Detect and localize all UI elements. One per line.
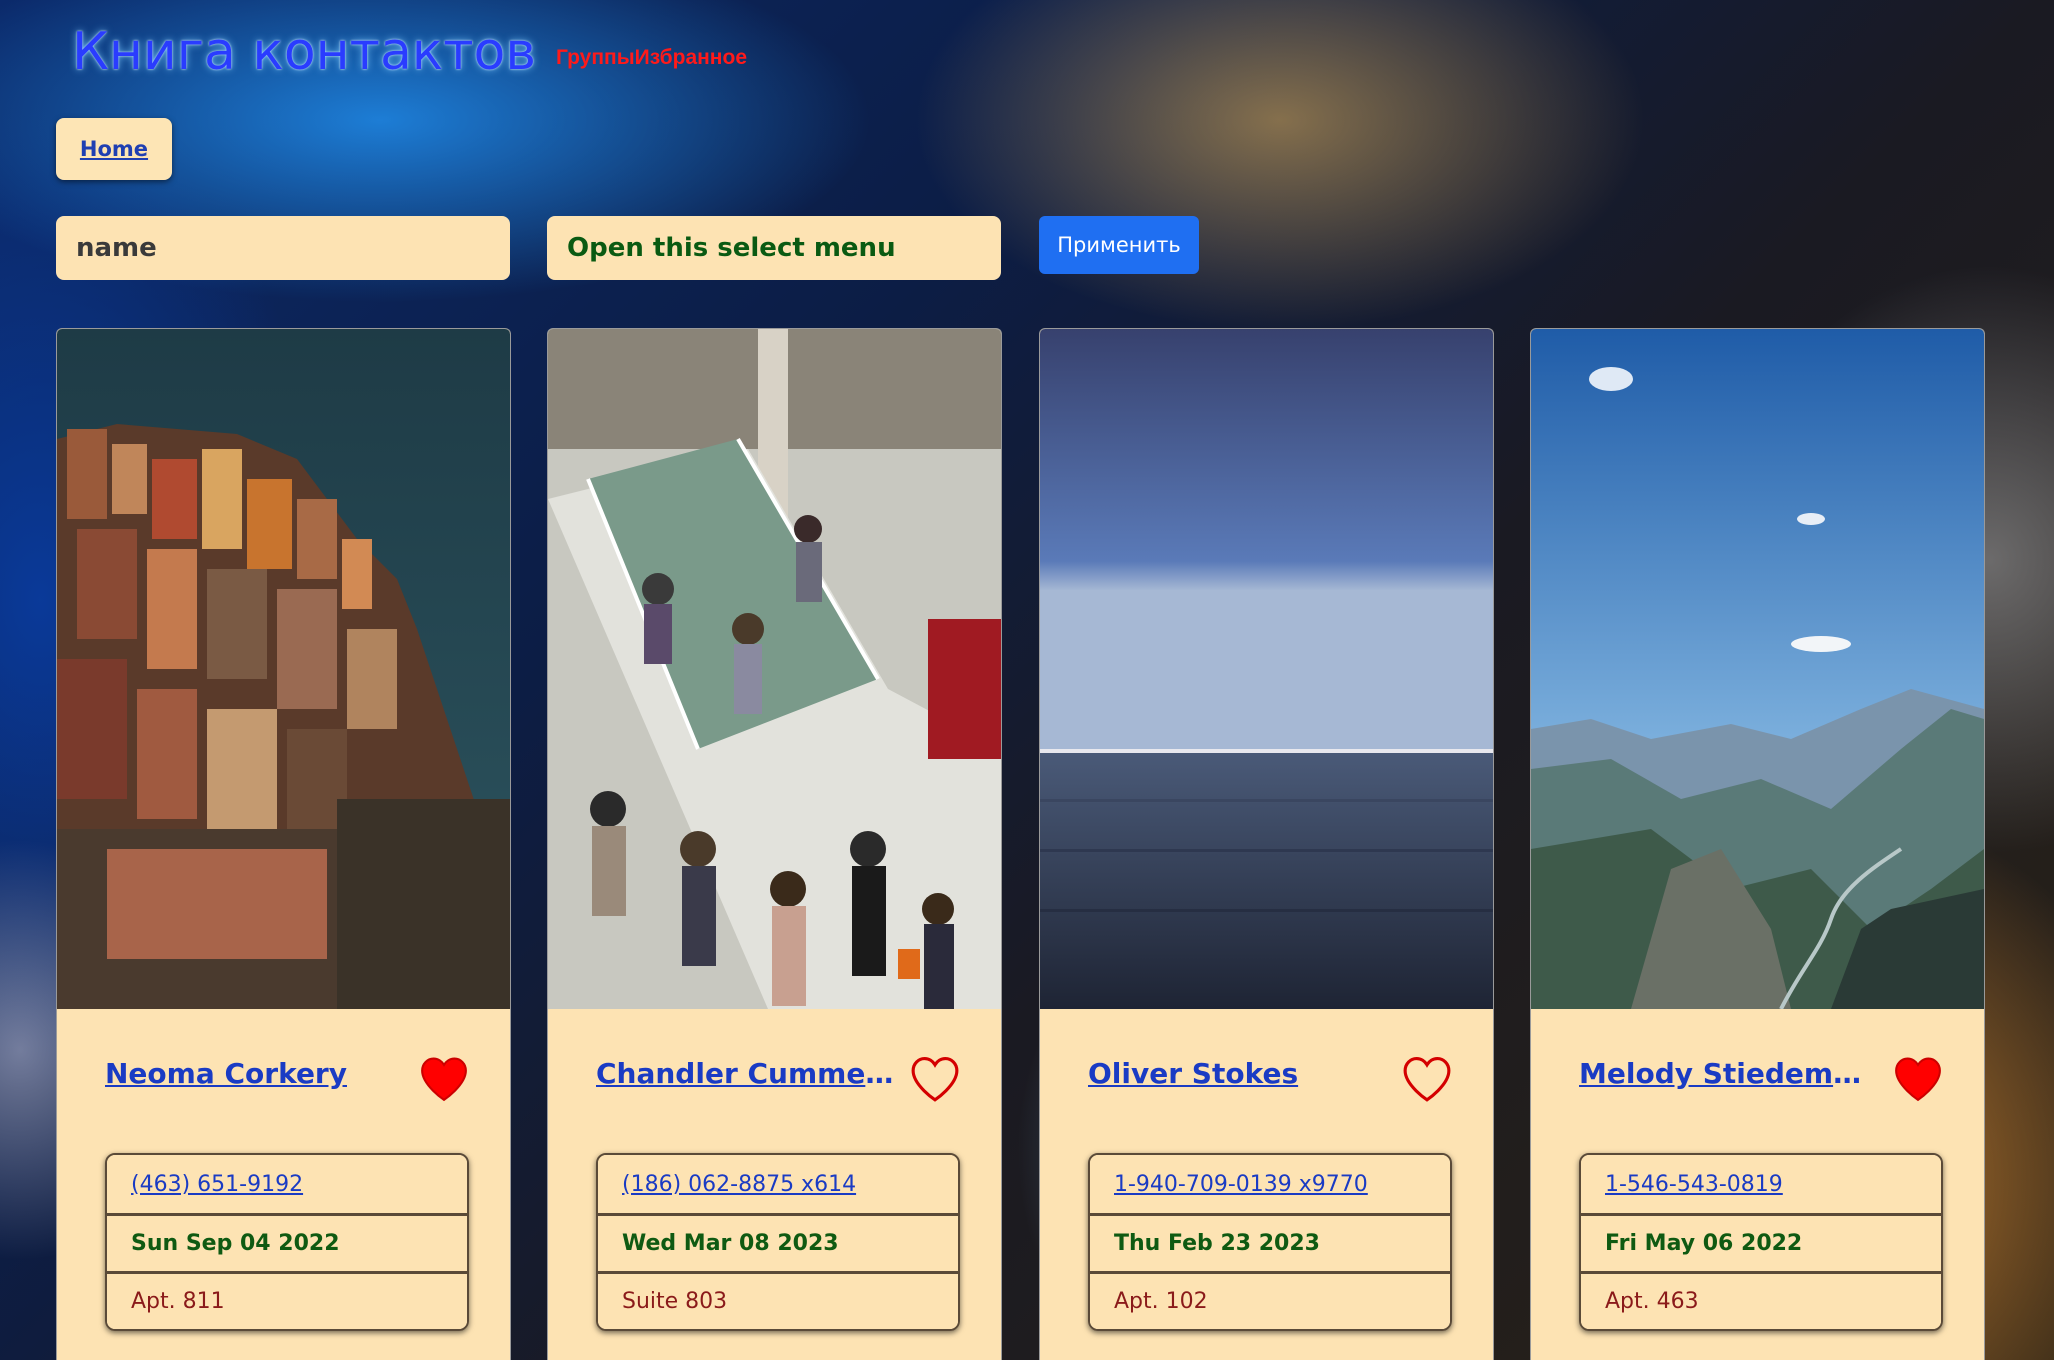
contact-info-list: (186) 062-8875 x614 Wed Mar 08 2023 Suit… [596,1153,960,1331]
phone-link[interactable]: (186) 062-8875 x614 [598,1155,958,1213]
contact-card: Chandler Cummer... (186) 062-8875 x614 W… [547,328,1002,1360]
contact-name-link[interactable]: Oliver Stokes [1088,1057,1388,1090]
phone-link[interactable]: 1-940-709-0139 x9770 [1090,1155,1450,1213]
contact-name-link[interactable]: Chandler Cummer... [596,1057,896,1090]
address-text: Apt. 463 [1581,1271,1941,1329]
address-text: Apt. 102 [1090,1271,1450,1329]
contact-card: Oliver Stokes 1-940-709-0139 x9770 Thu F… [1039,328,1494,1360]
nav-link-groups[interactable]: Группы [556,46,635,70]
birthday-date: Thu Feb 23 2023 [1090,1213,1450,1271]
apply-button[interactable]: Применить [1039,216,1199,274]
page-title: Книга контактов [72,22,536,82]
birthday-date: Fri May 06 2022 [1581,1213,1941,1271]
contact-card: Neoma Corkery (463) 651-9192 Sun Sep 04 … [56,328,511,1360]
top-nav: Группы Избранное [556,46,747,70]
home-button[interactable]: Home [56,118,172,180]
phone-link[interactable]: 1-546-543-0819 [1581,1155,1941,1213]
contact-info-list: 1-546-543-0819 Fri May 06 2022 Apt. 463 [1579,1153,1943,1331]
birthday-date: Sun Sep 04 2022 [107,1213,467,1271]
heart-filled-icon[interactable] [419,1055,469,1103]
contact-name-link[interactable]: Melody Stiedemann [1579,1057,1879,1090]
heart-outline-icon[interactable] [910,1055,960,1103]
birthday-date: Wed Mar 08 2023 [598,1213,958,1271]
heart-outline-icon[interactable] [1402,1055,1452,1103]
sea-horizon-photo [1040,329,1493,1009]
address-text: Apt. 811 [107,1271,467,1329]
search-input[interactable]: name [56,216,510,280]
phone-link[interactable]: (463) 651-9192 [107,1155,467,1213]
group-select[interactable]: Open this select menu [547,216,1001,280]
contact-card: Melody Stiedemann 1-546-543-0819 Fri May… [1530,328,1985,1360]
contact-name-link[interactable]: Neoma Corkery [105,1057,405,1090]
address-text: Suite 803 [598,1271,958,1329]
nav-link-favorites[interactable]: Избранное [635,46,747,70]
mountain-valley-photo [1531,329,1984,1009]
crowded-stairs-photo [548,329,1001,1009]
contact-info-list: (463) 651-9192 Sun Sep 04 2022 Apt. 811 [105,1153,469,1331]
home-link[interactable]: Home [80,137,148,161]
heart-filled-icon[interactable] [1893,1055,1943,1103]
contact-info-list: 1-940-709-0139 x9770 Thu Feb 23 2023 Apt… [1088,1153,1452,1331]
cliffside-town-photo [57,329,510,1009]
